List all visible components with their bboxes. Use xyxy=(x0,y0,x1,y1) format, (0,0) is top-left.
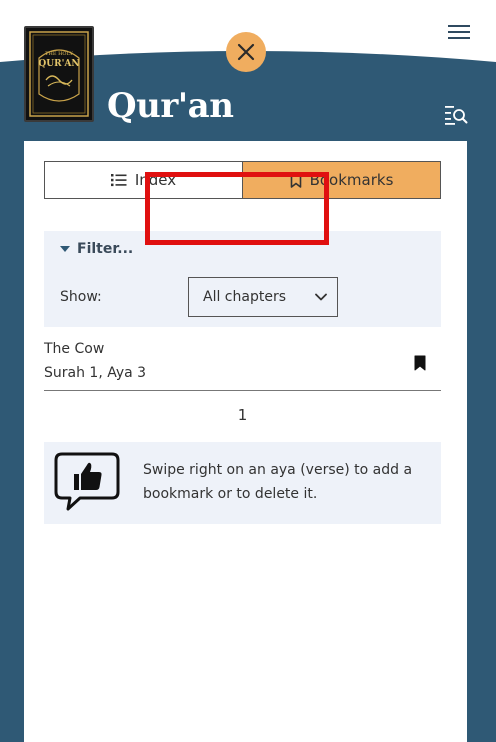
thumbs-up-speech-bubble-icon xyxy=(54,452,120,511)
filter-toggle[interactable]: Filter... xyxy=(60,241,133,257)
list-icon xyxy=(110,174,127,187)
bookmark-outline-icon xyxy=(290,172,301,188)
bookmark-verse-reference: Surah 1, Aya 3 xyxy=(44,365,147,381)
tab-bar: Index Bookmarks xyxy=(44,161,441,199)
bookmarks-panel: Index Bookmarks Filter... Show: All chap… xyxy=(24,141,467,742)
chapter-filter-value: All chapters xyxy=(203,289,286,305)
app-title: Qur'an xyxy=(107,86,234,126)
tab-bookmarks-label: Bookmarks xyxy=(309,171,394,189)
swipe-hint-text: Swipe right on an aya (verse) to add a b… xyxy=(143,462,413,502)
quran-book-cover-logo: THE HOLY QUR'AN xyxy=(24,26,94,122)
hamburger-menu-icon[interactable] xyxy=(448,22,472,42)
bookmark-list-item[interactable]: The Cow Surah 1, Aya 3 xyxy=(44,341,441,391)
page-number[interactable]: 1 xyxy=(44,406,441,424)
filter-toggle-label: Filter... xyxy=(77,241,134,257)
tab-index[interactable]: Index xyxy=(45,162,243,198)
chevron-down-icon xyxy=(315,293,327,301)
close-button[interactable] xyxy=(226,32,266,72)
chapter-filter-select[interactable]: All chapters xyxy=(188,277,338,317)
swipe-hint-box: Swipe right on an aya (verse) to add a b… xyxy=(44,442,441,524)
show-label: Show: xyxy=(60,289,102,305)
filter-section: Filter... Show: All chapters xyxy=(44,231,441,327)
bookmark-filled-icon[interactable] xyxy=(414,355,426,371)
svg-text:QUR'AN: QUR'AN xyxy=(38,59,79,69)
bookmark-chapter-name: The Cow xyxy=(44,341,105,357)
caret-down-icon xyxy=(60,246,70,252)
tab-index-label: Index xyxy=(134,171,177,189)
list-search-icon[interactable] xyxy=(444,103,468,125)
svg-text:THE HOLY: THE HOLY xyxy=(45,51,73,57)
tab-bookmarks[interactable]: Bookmarks xyxy=(243,162,440,198)
close-icon xyxy=(237,43,255,61)
